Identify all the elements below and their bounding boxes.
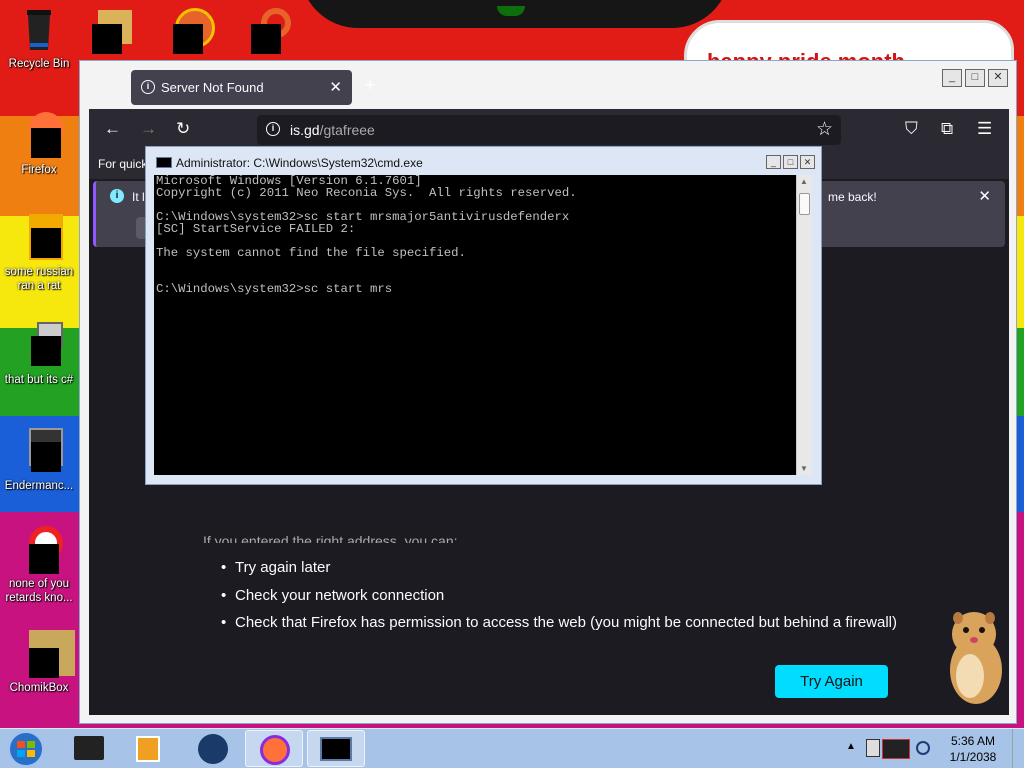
- console-scrollbar[interactable]: ▲ ▼: [796, 175, 812, 475]
- desktop-icon-russian-rat[interactable]: some russian ran a rat: [0, 214, 78, 293]
- desktop-icon-recycle-bin[interactable]: Recycle Bin: [0, 6, 78, 71]
- desktop-icon-label: ChomikBox: [9, 682, 69, 694]
- close-notification-icon[interactable]: ✕: [978, 187, 991, 205]
- firefox-icon: [260, 735, 290, 765]
- close-tab-icon[interactable]: ✕: [329, 78, 342, 96]
- desktop-icon-none-of-you[interactable]: none of you retards kno...: [0, 526, 78, 605]
- desktop-icon-label: that but its c#: [4, 374, 74, 386]
- console-line: [SC] StartService FAILED 2:: [156, 222, 356, 236]
- bookmarks-text: For quick: [98, 157, 148, 171]
- ie-icon: [15, 214, 63, 262]
- cmd-title: Administrator: C:\Windows\System32\cmd.e…: [176, 156, 423, 170]
- bookmark-star-icon[interactable]: ☆: [816, 118, 833, 141]
- scrollbar-thumb[interactable]: [799, 193, 810, 215]
- console-output[interactable]: Microsoft Windows [Version 6.1.7601] Copy…: [154, 175, 796, 475]
- app-icon: [169, 6, 217, 54]
- maximize-button[interactable]: □: [965, 69, 985, 87]
- reload-icon[interactable]: ↻: [176, 119, 190, 139]
- cmd-titlebar[interactable]: Administrator: C:\Windows\System32\cmd.e…: [146, 147, 823, 175]
- close-window-button[interactable]: ✕: [988, 69, 1008, 87]
- close-window-button[interactable]: ✕: [800, 155, 815, 169]
- info-icon: i: [141, 80, 155, 94]
- taskbar: ▲ 5:36 AM 1/1/2038: [0, 728, 1024, 768]
- back-arrow-icon[interactable]: ←: [104, 119, 121, 139]
- scroll-up-icon[interactable]: ▲: [800, 177, 808, 186]
- desktop-icon-chomikbox[interactable]: ChomikBox: [0, 630, 78, 695]
- windows-icon: [15, 322, 63, 370]
- site-info-icon[interactable]: i: [266, 122, 280, 136]
- new-tab-icon[interactable]: +: [365, 75, 376, 96]
- desktop-icon-csharp[interactable]: that but its c#: [0, 322, 78, 387]
- try-again-button[interactable]: Try Again: [775, 665, 888, 698]
- volume-icon[interactable]: [916, 741, 930, 755]
- cmd-window: Administrator: C:\Windows\System32\cmd.e…: [145, 146, 822, 485]
- navigation-toolbar: ← → ↻ i is.gd/gtafreee ☆ ⛉ ⧉ ☰: [89, 109, 1009, 151]
- minimize-button[interactable]: _: [766, 155, 781, 169]
- list-item: Check that Firefox has permission to acc…: [219, 614, 897, 642]
- list-item: Try again later: [219, 559, 897, 587]
- scroll-down-icon[interactable]: ▼: [800, 464, 808, 473]
- clock-time: 5:36 AM: [950, 734, 996, 748]
- cmd-icon: [156, 157, 172, 168]
- taskbar-app-media[interactable]: [120, 730, 178, 767]
- error-suggestions-list: Try again later Check your network conne…: [219, 559, 897, 642]
- media-player-icon: [136, 736, 160, 762]
- notification-text-right: me back!: [828, 190, 877, 204]
- desktop-icon-endermanch[interactable]: Endermanc...: [0, 428, 78, 493]
- info-icon: i: [110, 189, 124, 203]
- console-line: The system cannot find the file specifie…: [156, 246, 466, 260]
- console-line: Copyright (c) 2011 Neo Reconia Sys. All …: [156, 186, 577, 200]
- desktop-icon-label: some russian ran a rat: [4, 266, 74, 292]
- wallpaper-arc: [300, 0, 730, 28]
- tab-title: Server Not Found: [161, 80, 264, 95]
- start-button[interactable]: [4, 730, 48, 768]
- tray-expand-icon[interactable]: ▲: [846, 741, 856, 752]
- desktop-icon-label: Recycle Bin: [8, 58, 70, 70]
- show-desktop-button[interactable]: [1012, 729, 1024, 768]
- taskbar-app-globe[interactable]: [184, 730, 242, 767]
- taskbar-app-firefox[interactable]: [245, 730, 303, 767]
- desktop-icon-label: Endermanc...: [4, 480, 74, 492]
- desktop-icon-folder[interactable]: [90, 6, 138, 57]
- tray-app-icon[interactable]: [882, 739, 910, 759]
- clock-date: 1/1/2038: [949, 750, 997, 764]
- url-path: /gtafreee: [319, 122, 375, 138]
- terminal-icon: [15, 428, 63, 476]
- desktop-icon-app1[interactable]: [168, 6, 218, 57]
- opera-icon: [15, 526, 63, 574]
- desktop-icon-firefox[interactable]: Firefox: [0, 112, 78, 177]
- cmd-icon: [320, 737, 352, 761]
- hamster-image: [938, 604, 1008, 708]
- explorer-icon: [74, 736, 104, 760]
- recycle-bin-icon: [15, 6, 63, 54]
- maximize-button[interactable]: □: [783, 155, 798, 169]
- desktop-icon-label: Firefox: [21, 164, 57, 176]
- url-bar[interactable]: i is.gd/gtafreee ☆: [257, 115, 841, 145]
- tab-server-not-found[interactable]: i Server Not Found ✕: [131, 70, 352, 105]
- menu-icon[interactable]: ☰: [977, 119, 992, 139]
- clock[interactable]: 5:36 AM 1/1/2038: [940, 733, 1006, 765]
- list-item: Check your network connection: [219, 587, 897, 615]
- network-icon[interactable]: [866, 739, 880, 757]
- cmd-window-controls: _ □ ✕: [766, 155, 815, 169]
- folder-icon: [90, 6, 138, 54]
- window-controls: _ □ ✕: [942, 69, 1008, 87]
- error-partial-text: If you entered the right address, you ca…: [203, 533, 458, 543]
- console-line: C:\Windows\system32>sc start mrs: [156, 282, 393, 296]
- pocket-icon[interactable]: ⛉: [905, 119, 918, 139]
- chomikbox-icon: [15, 630, 75, 678]
- app-icon: [247, 6, 295, 54]
- taskbar-app-cmd[interactable]: [307, 730, 365, 767]
- notification-text-left: It l: [132, 190, 145, 204]
- extensions-icon[interactable]: ⧉: [941, 119, 953, 139]
- minimize-button[interactable]: _: [942, 69, 962, 87]
- globe-icon: [198, 734, 228, 764]
- desktop-icon-app2[interactable]: [246, 6, 296, 57]
- desktop-icon-label: none of you retards kno...: [5, 578, 73, 604]
- url-domain: is.gd: [290, 122, 320, 138]
- firefox-icon: [15, 112, 63, 160]
- taskbar-app-explorer[interactable]: [60, 730, 118, 767]
- forward-arrow-icon[interactable]: →: [140, 119, 157, 139]
